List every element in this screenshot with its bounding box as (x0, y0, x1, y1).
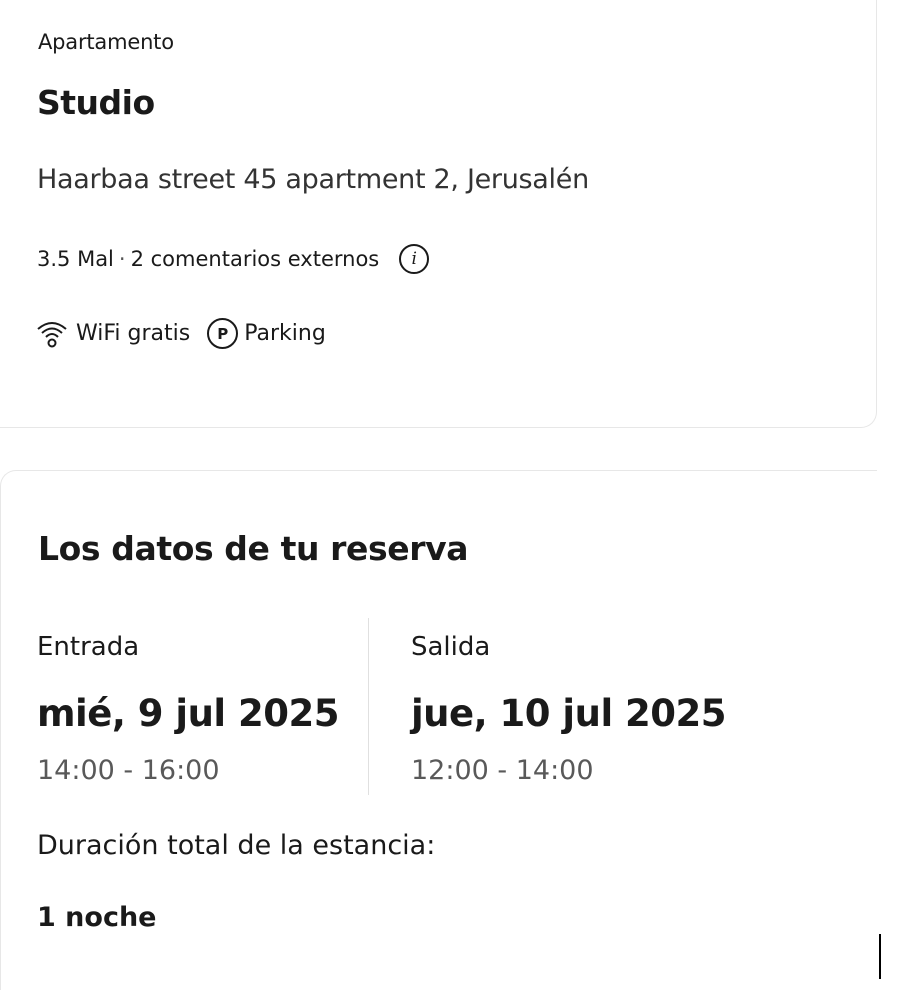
checkout-date: jue, 10 jul 2025 (411, 692, 727, 735)
facility-parking-label: Parking (244, 321, 326, 346)
checkin-time: 14:00 - 16:00 (37, 755, 220, 786)
info-icon[interactable]: i (399, 244, 430, 274)
checkout-time: 12:00 - 14:00 (411, 755, 594, 786)
booking-section-title: Los datos de tu reserva (38, 529, 469, 568)
stay-duration-label: Duración total de la estancia: (37, 830, 436, 861)
property-type: Apartamento (38, 30, 174, 54)
parking-icon: P (207, 318, 239, 349)
rating-score: 3.5 Mal (37, 247, 114, 271)
text-cursor (879, 934, 881, 979)
reviews-count: 2 comentarios externos (130, 247, 380, 271)
property-name: Studio (37, 83, 155, 122)
property-address: Haarbaa street 45 apartment 2, Jerusalén (37, 164, 589, 195)
facility-wifi-label: WiFi gratis (76, 321, 191, 346)
checkin-label: Entrada (37, 632, 140, 662)
wifi-icon (37, 321, 67, 347)
property-card: Apartamento Studio Haarbaa street 45 apa… (0, 0, 877, 428)
facilities-list: WiFi gratis P Parking (36, 318, 326, 349)
column-divider (368, 618, 369, 795)
checkout-label: Salida (411, 632, 491, 662)
separator: · (118, 247, 126, 271)
checkin-date: mié, 9 jul 2025 (37, 692, 339, 735)
rating-row: 3.5 Mal · 2 comentarios externos i (37, 244, 430, 274)
stay-duration-value: 1 noche (37, 902, 157, 933)
